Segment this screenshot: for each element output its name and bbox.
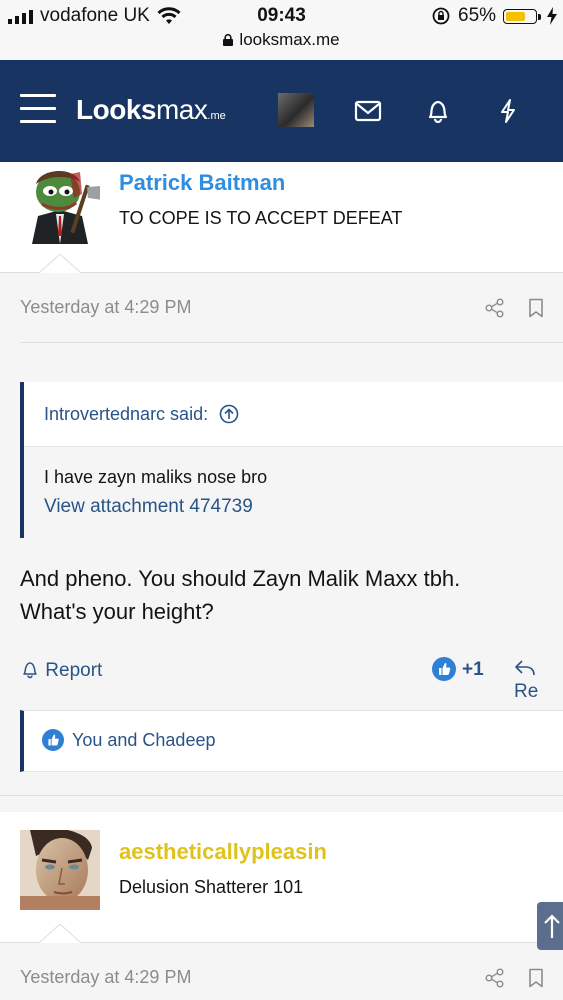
rotation-lock-icon	[432, 7, 450, 25]
bookmark-icon[interactable]	[526, 968, 546, 988]
likes-summary: You and Chadeep	[20, 710, 563, 772]
avatar[interactable]	[20, 164, 103, 244]
speech-caret	[39, 254, 81, 273]
like-thumb-icon	[42, 729, 64, 751]
site-header: Looksmax.me	[0, 60, 563, 162]
site-logo[interactable]: Looksmax.me	[76, 94, 226, 126]
bookmark-icon[interactable]	[526, 298, 546, 318]
post-body-line: And pheno. You should Zayn Malik Maxx tb…	[20, 566, 461, 591]
user-avatar[interactable]	[278, 93, 314, 127]
quote-text: I have zayn maliks nose bro	[44, 467, 268, 487]
man-avatar-image	[20, 827, 100, 910]
reply-button[interactable]: Re	[514, 659, 563, 703]
envelope-icon[interactable]	[354, 97, 382, 125]
post-username[interactable]: aestheticallypleasin	[119, 839, 327, 865]
post-separator	[0, 795, 563, 796]
charging-bolt-icon	[547, 7, 557, 25]
attachment-link[interactable]: View attachment 474739	[44, 496, 253, 518]
user-title: Delusion Shatterer 101	[119, 877, 304, 897]
pepe-avatar-image	[20, 164, 103, 244]
post-date[interactable]: Yesterday at 4:29 PM	[20, 297, 191, 318]
reply-arrow-icon	[515, 660, 535, 676]
bolt-icon[interactable]	[494, 97, 522, 125]
battery-percent: 65%	[458, 5, 497, 26]
lock-icon	[223, 34, 234, 46]
quote-header: Introvertednarc said:	[24, 382, 563, 447]
report-label: Report	[45, 660, 103, 681]
url-bar[interactable]: looksmax.me	[0, 30, 563, 50]
post-user-header: aestheticallypleasin Delusion Shatterer …	[0, 812, 563, 942]
scroll-to-top-button[interactable]	[537, 902, 563, 950]
url-text: looksmax.me	[239, 30, 340, 49]
post-date[interactable]: Yesterday at 4:29 PM	[20, 967, 191, 988]
post-body-line: What's your height?	[20, 599, 214, 624]
share-icon[interactable]	[485, 968, 505, 988]
likes-text[interactable]: You and Chadeep	[72, 730, 215, 751]
bell-icon	[23, 662, 37, 679]
divider	[0, 942, 563, 943]
arrow-up-icon	[544, 914, 560, 938]
quote-author[interactable]: Introvertednarc said:	[44, 404, 239, 425]
reply-label: Re	[514, 681, 539, 702]
quote-block: Introvertednarc said: I have zayn maliks…	[20, 382, 563, 538]
avatar[interactable]	[20, 827, 100, 910]
share-icon[interactable]	[485, 298, 505, 318]
bell-icon[interactable]	[424, 97, 452, 125]
menu-icon[interactable]	[20, 94, 56, 124]
like-thumb-icon[interactable]	[432, 657, 456, 681]
post-body: And pheno. You should Zayn Malik Maxx tb…	[20, 562, 460, 628]
arrow-up-circle-icon[interactable]	[219, 404, 239, 424]
user-title: TO COPE IS TO ACCEPT DEFEAT	[119, 208, 403, 228]
report-button[interactable]: Report	[20, 659, 102, 682]
post-username[interactable]: Patrick Baitman	[119, 170, 285, 196]
divider	[0, 272, 563, 273]
status-bar: vodafone UK 09:43 65% looksmax.me	[0, 0, 563, 60]
divider	[20, 342, 563, 343]
like-count[interactable]: +1	[462, 659, 484, 681]
battery-icon	[503, 9, 537, 24]
speech-caret	[39, 924, 81, 943]
post-user-header: Patrick Baitman TO COPE IS TO ACCEPT DEF…	[0, 162, 563, 272]
